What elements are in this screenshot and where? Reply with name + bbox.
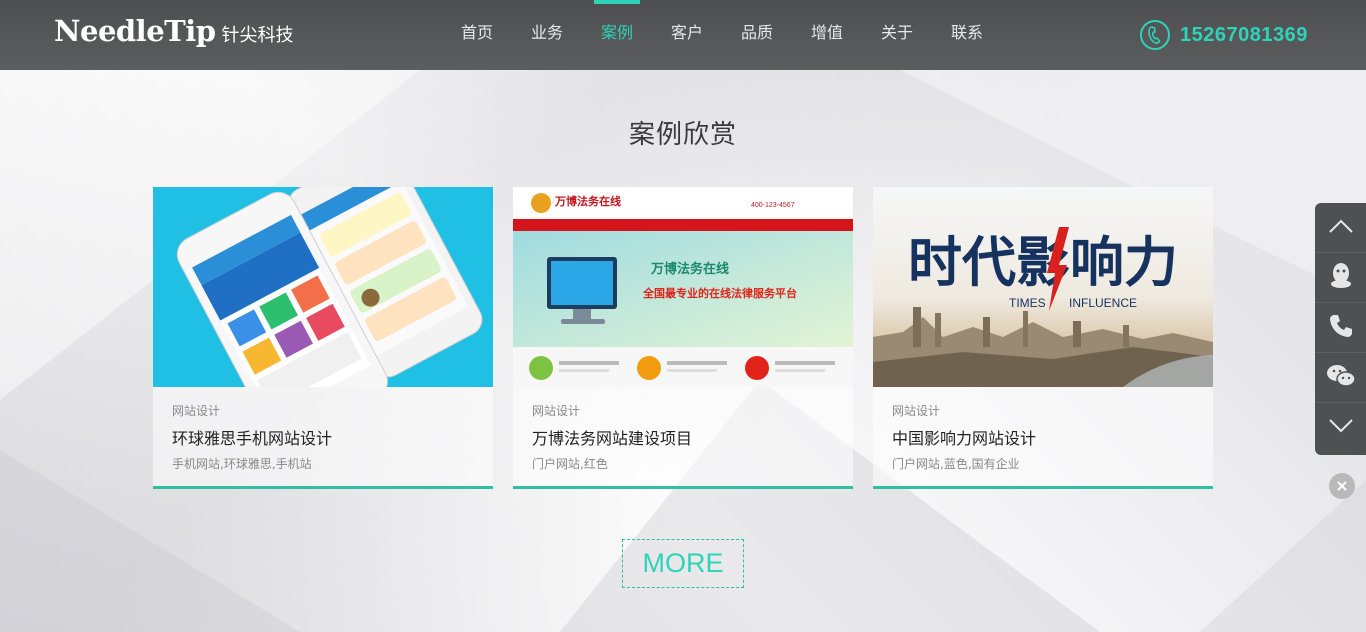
logo-text-en: NeedleTip — [54, 14, 216, 48]
scroll-down-button[interactable] — [1315, 403, 1366, 453]
case-tags: 门户网站,红色 — [532, 457, 608, 471]
qq-icon — [1328, 262, 1354, 294]
wechat-button[interactable] — [1315, 353, 1366, 403]
influence-headline: 时代影响力 — [908, 231, 1178, 294]
law-banner-title: 万博法务在线 — [650, 261, 729, 277]
chevron-up-icon — [1328, 218, 1354, 238]
close-icon — [1336, 477, 1348, 496]
case-title[interactable]: 环球雅思手机网站设计 — [172, 425, 332, 449]
case-category: 网站设计 — [172, 404, 221, 418]
more-button[interactable]: MORE — [622, 539, 744, 588]
nav-item-cases[interactable]: 案例 — [582, 0, 652, 70]
side-toolbar — [1315, 203, 1366, 455]
scroll-up-button[interactable] — [1315, 203, 1366, 253]
influence-en-left: TIMES — [1009, 296, 1046, 310]
case-image-mobile[interactable] — [153, 187, 493, 387]
case-card[interactable]: 网站设计 环球雅思手机网站设计 手机网站,环球雅思,手机站 — [153, 187, 493, 489]
case-category: 网站设计 — [532, 404, 581, 418]
nav-item-quality[interactable]: 品质 — [722, 0, 792, 70]
site-header: NeedleTip 针尖科技 首页 业务 案例 客户 品质 增值 关于 联系 1… — [0, 0, 1366, 70]
phone-icon — [1328, 313, 1354, 343]
nav-item-business[interactable]: 业务 — [512, 0, 582, 70]
main-nav: 首页 业务 案例 客户 品质 增值 关于 联系 — [442, 0, 1002, 70]
nav-item-clients[interactable]: 客户 — [652, 0, 722, 70]
law-hotline: 400-123-4567 — [751, 202, 795, 209]
case-tags: 门户网站,蓝色,国有企业 — [892, 457, 1020, 471]
nav-item-contact[interactable]: 联系 — [932, 0, 1002, 70]
case-title[interactable]: 中国影响力网站设计 — [892, 425, 1036, 449]
phone-button[interactable] — [1315, 303, 1366, 353]
qq-button[interactable] — [1315, 253, 1366, 303]
case-image-law[interactable]: 万博法务在线 400-123-4567 万博法务在线 全国最专业的在线法律服务平… — [513, 187, 853, 387]
nav-item-about[interactable]: 关于 — [862, 0, 932, 70]
chevron-down-icon — [1328, 418, 1354, 438]
influence-en-right: INFLUENCE — [1069, 296, 1137, 310]
logo-text-cn: 针尖科技 — [221, 25, 294, 46]
phone-number: 15267081369 — [1180, 23, 1308, 46]
nav-item-home[interactable]: 首页 — [442, 0, 512, 70]
case-card[interactable]: 时代影响力 TIMES INFLUENCE 网站设计 中国影响力网站设计 门户网… — [873, 187, 1213, 489]
header-phone[interactable]: 15267081369 — [1140, 19, 1308, 51]
case-image-influence[interactable]: 时代影响力 TIMES INFLUENCE — [873, 187, 1213, 387]
section-title: 案例欣赏 — [628, 120, 737, 150]
close-toolbar-button[interactable] — [1329, 473, 1355, 499]
wechat-icon — [1326, 363, 1356, 393]
law-logo-text: 万博法务在线 — [554, 194, 621, 208]
case-card[interactable]: 万博法务在线 400-123-4567 万博法务在线 全国最专业的在线法律服务平… — [513, 187, 853, 489]
logo[interactable]: NeedleTip 针尖科技 — [54, 14, 294, 54]
nav-item-value-added[interactable]: 增值 — [792, 0, 862, 70]
case-title[interactable]: 万博法务网站建设项目 — [532, 425, 692, 449]
phone-icon — [1140, 20, 1170, 50]
case-tags: 手机网站,环球雅思,手机站 — [172, 457, 312, 471]
law-banner-subtitle: 全国最专业的在线法律服务平台 — [642, 286, 797, 300]
case-category: 网站设计 — [892, 404, 941, 418]
